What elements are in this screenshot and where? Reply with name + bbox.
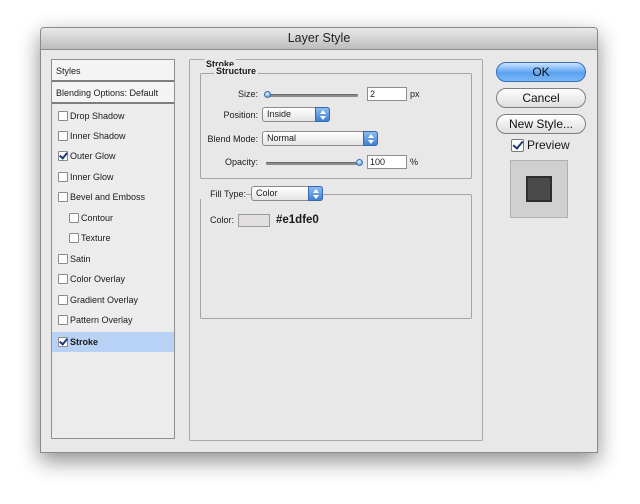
satin-label: Satin — [70, 254, 91, 264]
bevel-emboss-label: Bevel and Emboss — [70, 192, 146, 202]
pattern-overlay-checkbox[interactable] — [58, 315, 68, 325]
stroke-panel: Stroke Structure Size: 2 px Position: In… — [189, 59, 483, 441]
outer-glow-label: Outer Glow — [70, 151, 116, 161]
drop-shadow-label: Drop Shadow — [70, 111, 125, 121]
position-dropdown-icon — [315, 107, 330, 122]
dialog-title: Layer Style — [287, 31, 351, 45]
gradient-overlay-checkbox[interactable] — [58, 295, 68, 305]
contour-checkbox[interactable] — [69, 213, 79, 223]
drop-shadow-checkbox[interactable] — [58, 111, 68, 121]
blend-mode-label: Blend Mode: — [207, 134, 258, 144]
opacity-label: Opacity: — [224, 157, 258, 167]
style-item-inner-glow[interactable]: Inner Glow — [52, 167, 174, 187]
pattern-overlay-label: Pattern Overlay — [70, 315, 133, 325]
opacity-unit: % — [410, 157, 419, 167]
position-value: Inside — [267, 109, 292, 119]
bevel-emboss-checkbox[interactable] — [58, 192, 68, 202]
cancel-button[interactable]: Cancel — [496, 88, 586, 108]
style-item-bevel-emboss[interactable]: Bevel and Emboss — [52, 187, 174, 207]
ok-button[interactable]: OK — [496, 62, 586, 82]
stroke-label: Stroke — [70, 337, 99, 347]
size-label: Size: — [237, 89, 258, 99]
fill-type-select[interactable]: Color — [251, 186, 323, 201]
fill-type-dropdown-icon — [308, 186, 323, 201]
style-item-pattern-overlay[interactable]: Pattern Overlay — [52, 310, 174, 330]
style-item-inner-shadow[interactable]: Inner Shadow — [52, 126, 174, 146]
inner-shadow-label: Inner Shadow — [70, 131, 126, 141]
fill-type-label: Fill Type: — [200, 189, 246, 199]
gradient-overlay-label: Gradient Overlay — [70, 295, 139, 305]
texture-label: Texture — [81, 233, 111, 243]
color-overlay-checkbox[interactable] — [58, 274, 68, 284]
preview-label: Preview — [527, 138, 570, 152]
satin-checkbox[interactable] — [58, 254, 68, 264]
texture-checkbox[interactable] — [69, 233, 79, 243]
color-swatch[interactable] — [238, 214, 270, 227]
fill-type-group — [200, 194, 472, 319]
color-label: Color: — [209, 215, 234, 225]
style-item-color-overlay[interactable]: Color Overlay — [52, 269, 174, 289]
styles-header[interactable]: Styles — [52, 60, 174, 82]
size-input[interactable]: 2 — [367, 87, 407, 101]
blend-mode-select[interactable]: Normal — [262, 131, 378, 146]
contour-label: Contour — [81, 213, 114, 223]
style-item-texture[interactable]: Texture — [52, 228, 174, 248]
style-item-outer-glow[interactable]: Outer Glow — [52, 146, 174, 166]
position-select[interactable]: Inside — [262, 107, 330, 122]
style-item-contour[interactable]: Contour — [52, 208, 174, 228]
inner-glow-label: Inner Glow — [70, 172, 114, 182]
blend-mode-dropdown-icon — [363, 131, 378, 146]
stroke-checkbox[interactable] — [58, 337, 68, 347]
inner-glow-checkbox[interactable] — [58, 172, 68, 182]
size-slider-track[interactable] — [266, 94, 358, 97]
fill-type-value: Color — [256, 188, 278, 198]
structure-group-title: Structure — [214, 66, 259, 76]
opacity-slider-track[interactable] — [266, 162, 358, 165]
preview-swatch — [526, 176, 552, 202]
outer-glow-checkbox[interactable] — [58, 151, 68, 161]
layer-style-dialog: Layer Style Styles Blending Options: Def… — [40, 27, 598, 453]
style-item-stroke[interactable]: Stroke — [52, 332, 174, 352]
style-item-gradient-overlay[interactable]: Gradient Overlay — [52, 290, 174, 310]
title-bar[interactable]: Layer Style — [41, 28, 597, 50]
style-item-drop-shadow[interactable]: Drop Shadow — [52, 106, 174, 126]
style-preview-thumbnail — [510, 160, 568, 218]
new-style-button[interactable]: New Style... — [496, 114, 586, 134]
style-item-satin[interactable]: Satin — [52, 249, 174, 269]
inner-shadow-checkbox[interactable] — [58, 131, 68, 141]
color-overlay-label: Color Overlay — [70, 274, 126, 284]
size-slider-thumb[interactable] — [264, 91, 271, 100]
blend-mode-value: Normal — [267, 133, 297, 143]
blending-options-item[interactable]: Blending Options: Default — [52, 82, 174, 104]
color-hex-value: #e1dfe0 — [276, 214, 319, 226]
opacity-input[interactable]: 100 — [367, 155, 407, 169]
opacity-slider-thumb[interactable] — [356, 159, 363, 168]
size-unit: px — [410, 89, 420, 99]
position-label: Position: — [223, 110, 258, 120]
preview-checkbox[interactable] — [511, 139, 524, 152]
styles-list: Styles Blending Options: Default Drop Sh… — [51, 59, 175, 439]
